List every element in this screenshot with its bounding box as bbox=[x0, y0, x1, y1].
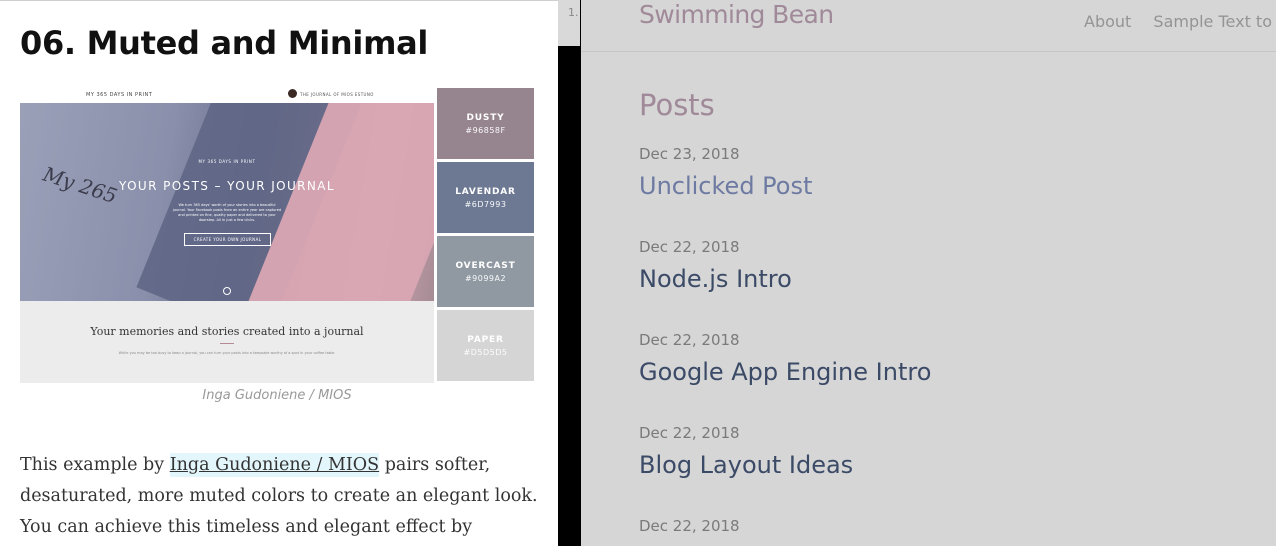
mockup-bottom-section: Your memories and stories created into a… bbox=[20, 301, 434, 383]
post-date: Dec 22, 2018 bbox=[639, 238, 740, 256]
post-date: Dec 22, 2018 bbox=[639, 331, 740, 349]
mockup-tagline: Your memories and stories created into a… bbox=[90, 325, 364, 338]
swatch-hex: #6D7993 bbox=[464, 200, 507, 209]
blog-pane: Swimming Bean About Sample Text to P Pos… bbox=[581, 0, 1276, 546]
swatch-name: PAPER bbox=[467, 335, 504, 345]
mockup-brand: MY 365 DAYS IN PRINT bbox=[86, 92, 153, 98]
mockup-bottom-copy: While you may be too busy to keep a jour… bbox=[118, 351, 336, 355]
author-link[interactable]: Inga Gudoniene / MIOS bbox=[169, 453, 380, 477]
article-title: 06. Muted and Minimal bbox=[20, 24, 429, 62]
post-title-link[interactable]: Google App Engine Intro bbox=[639, 357, 1259, 387]
post-title-link[interactable]: Blog Layout Ideas bbox=[639, 450, 1259, 480]
swatch-hex: #96858F bbox=[465, 126, 506, 135]
posts-heading: Posts bbox=[639, 88, 715, 122]
blog-logo[interactable]: Swimming Bean bbox=[639, 0, 834, 30]
blog-header: Swimming Bean About Sample Text to P bbox=[581, 0, 1276, 52]
nav-link-sample-text[interactable]: Sample Text to P bbox=[1153, 12, 1276, 32]
mockup-cta-button: CREATE YOUR OWN JOURNAL bbox=[184, 233, 271, 246]
swatch-name: DUSTY bbox=[466, 113, 505, 123]
mockup-account: THE JOURNAL OF MIOS ESTUNO bbox=[288, 89, 374, 98]
paragraph-text-start: This example by bbox=[20, 455, 170, 475]
mockup-subcopy: We turn 365 days' worth of your stories … bbox=[172, 203, 282, 222]
swatch-name: LAVENDAR bbox=[455, 187, 516, 197]
post-item: Dec 22, 2018 bbox=[639, 516, 1259, 543]
mockup-headline: YOUR POSTS – YOUR JOURNAL bbox=[119, 179, 335, 193]
post-item: Dec 22, 2018 Google App Engine Intro bbox=[639, 330, 1259, 387]
scroll-down-icon bbox=[223, 287, 231, 295]
mockup-kicker: MY 365 DAYS IN PRINT bbox=[198, 159, 256, 164]
article-paragraph: This example by Inga Gudoniene / MIOS pa… bbox=[20, 450, 550, 543]
nav-link-about[interactable]: About bbox=[1084, 12, 1131, 32]
blog-nav: About Sample Text to P bbox=[1084, 12, 1276, 32]
article-figure: MY 365 DAYS IN PRINT THE JOURNAL OF MIOS… bbox=[20, 87, 534, 383]
mockup-divider bbox=[220, 343, 234, 344]
window-divider bbox=[558, 0, 580, 546]
post-item: Dec 23, 2018 Unclicked Post bbox=[639, 144, 1259, 201]
post-title-link[interactable]: Node.js Intro bbox=[639, 264, 1259, 294]
swatch-overcast: OVERCAST #9099A2 bbox=[437, 236, 534, 307]
post-item: Dec 22, 2018 Blog Layout Ideas bbox=[639, 423, 1259, 480]
swatch-hex: #9099A2 bbox=[464, 274, 507, 283]
mockup-topbar: MY 365 DAYS IN PRINT THE JOURNAL OF MIOS… bbox=[20, 87, 434, 103]
post-date: Dec 23, 2018 bbox=[639, 145, 740, 163]
swatch-lavendar: LAVENDAR #6D7993 bbox=[437, 162, 534, 233]
post-date: Dec 22, 2018 bbox=[639, 517, 740, 535]
line-number: 1. bbox=[568, 6, 579, 19]
mockup-hero: My 265 MY 365 DAYS IN PRINT YOUR POSTS –… bbox=[20, 103, 434, 301]
article-pane: 06. Muted and Minimal MY 365 DAYS IN PRI… bbox=[0, 0, 558, 546]
post-title-link[interactable]: Unclicked Post bbox=[639, 171, 1259, 201]
mockup-avatar bbox=[288, 89, 297, 98]
swatch-name: OVERCAST bbox=[455, 261, 516, 271]
swatch-hex: #D5D5D5 bbox=[463, 348, 508, 357]
website-mockup-image: MY 365 DAYS IN PRINT THE JOURNAL OF MIOS… bbox=[20, 87, 434, 383]
swatch-dusty: DUSTY #96858F bbox=[437, 88, 534, 159]
swatch-paper: PAPER #D5D5D5 bbox=[437, 310, 534, 381]
figure-caption: Inga Gudoniene / MIOS bbox=[202, 388, 352, 403]
post-date: Dec 22, 2018 bbox=[639, 424, 740, 442]
mockup-account-label: THE JOURNAL OF MIOS ESTUNO bbox=[300, 92, 374, 97]
post-item: Dec 22, 2018 Node.js Intro bbox=[639, 237, 1259, 294]
